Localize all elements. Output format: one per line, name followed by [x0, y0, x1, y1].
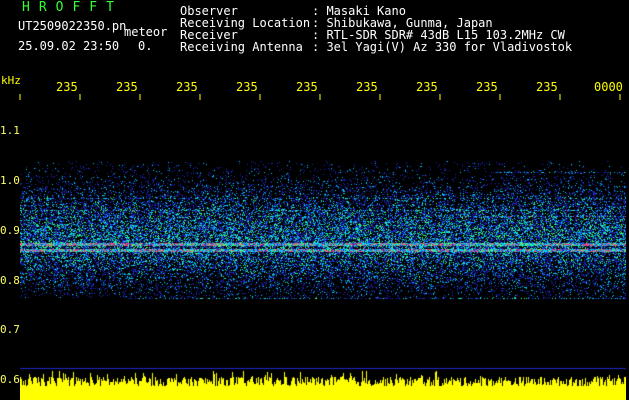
y-tick: 0.7 [0, 323, 20, 336]
y-tick: 1.1 [0, 124, 20, 137]
spectrogram-plot [20, 98, 626, 400]
file-name-text: UT2509022350.pn [18, 19, 127, 33]
antenna-label: Receiving Antenna [180, 40, 303, 54]
y-tick: 1.0 [0, 174, 20, 187]
hrofft-logo: HROFFT [22, 0, 123, 15]
antenna-value: : 3el Yagi(V) Az 330 for Vladivostok [312, 40, 573, 54]
mode-label: meteor [124, 25, 168, 39]
y-tick: 0.6 [0, 373, 20, 386]
meteor-count: 0. [138, 39, 153, 53]
file-name: UT2509022350.pn [18, 20, 126, 33]
axis-unit: kHz [1, 74, 21, 87]
y-tick: 0.8 [0, 274, 20, 287]
timestamp: 25.09.02 23:50 [18, 39, 120, 53]
y-tick: 0.9 [0, 224, 20, 237]
hrofft-screen: { "header": { "logo": "HROFFT", "filenam… [0, 0, 629, 400]
